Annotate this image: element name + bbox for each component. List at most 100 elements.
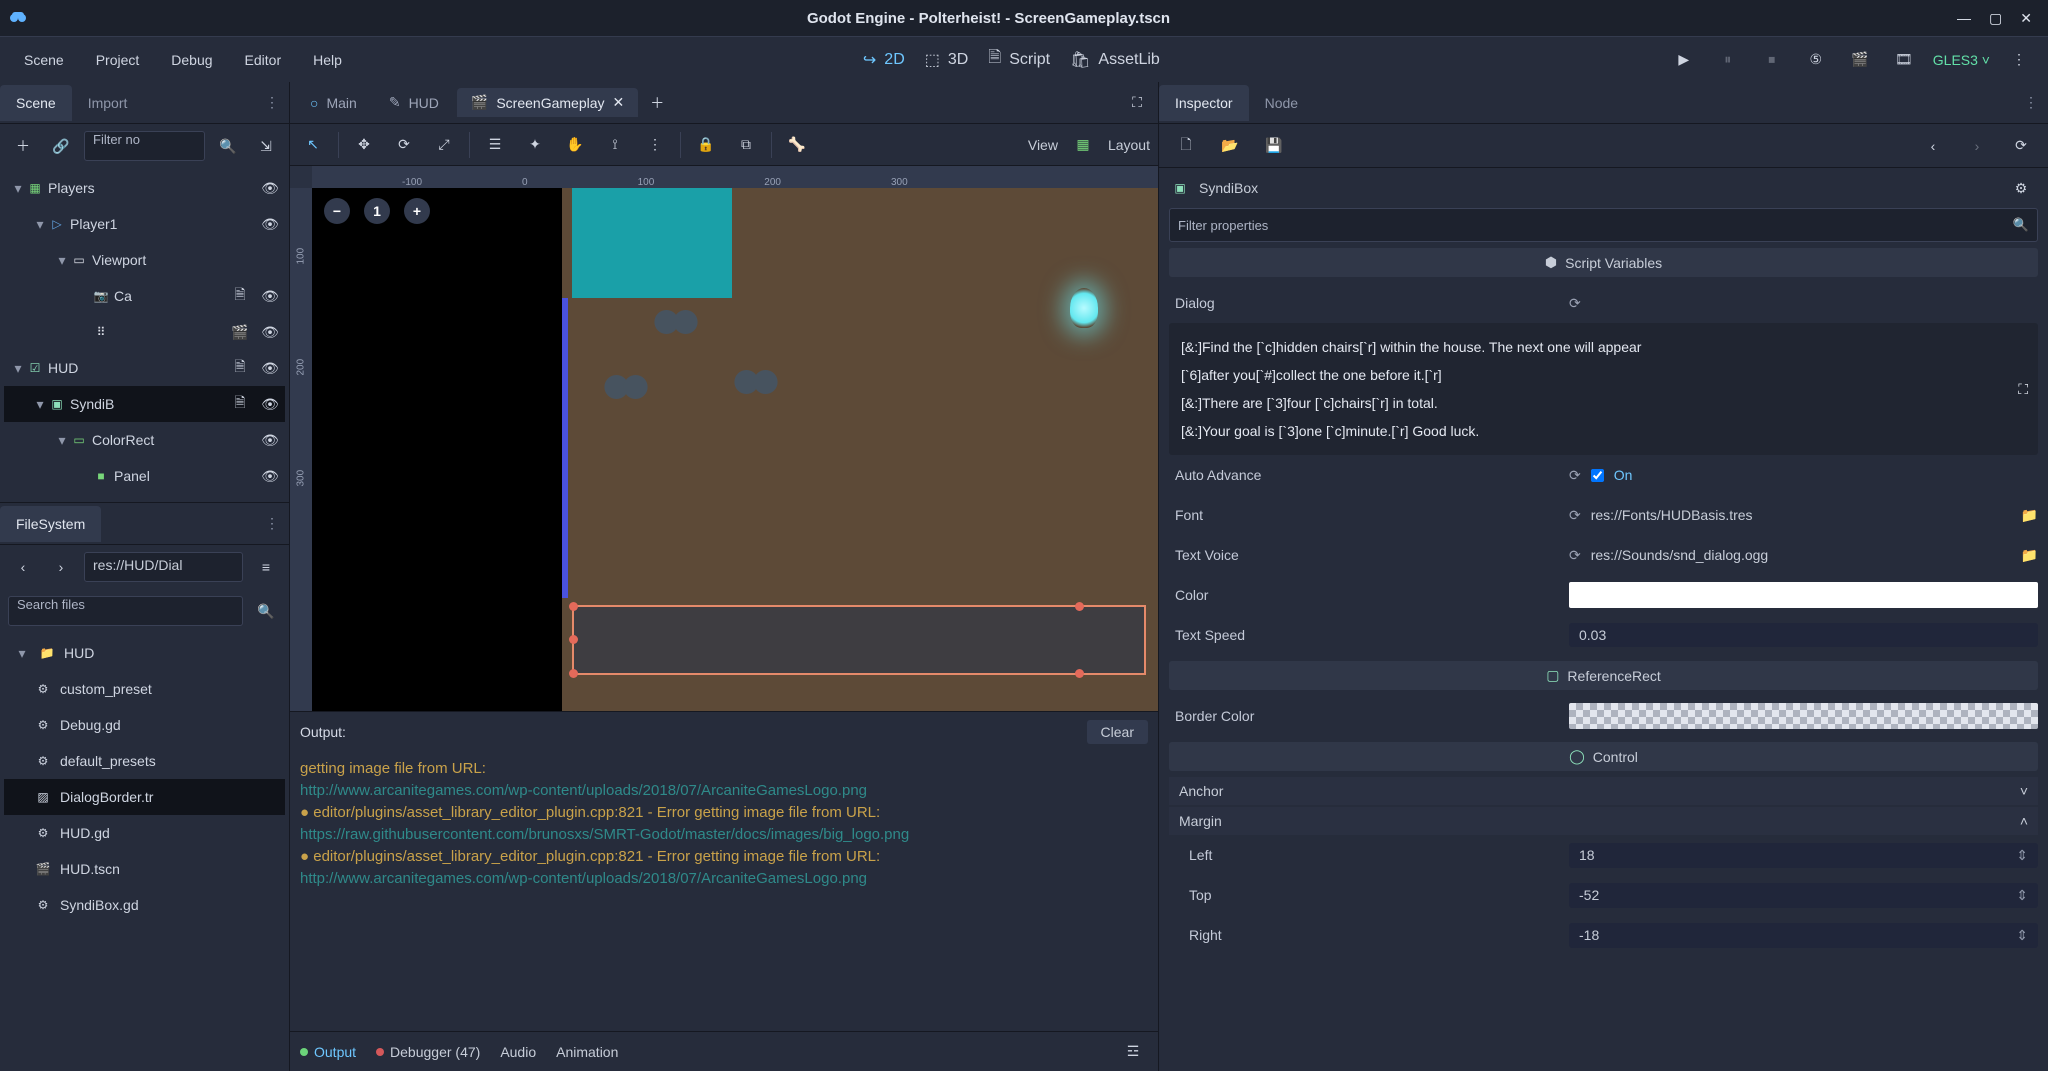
fold-margin[interactable]: Margin˄ [1169, 807, 2038, 835]
fs-item[interactable]: ⚙custom_preset [4, 671, 285, 707]
menu-scene[interactable]: Scene [12, 46, 76, 74]
workspace-3d[interactable]: ⬚ 3D [925, 50, 969, 70]
bottom-tab[interactable]: Debugger (47) [376, 1044, 480, 1060]
tab-node[interactable]: Node [1249, 85, 1314, 121]
scene-filter-input[interactable]: Filter no [84, 131, 205, 161]
fs-item[interactable]: ▾📁HUD [4, 635, 285, 671]
fs-item[interactable]: ⚙HUD.gd [4, 815, 285, 851]
workspace-2d[interactable]: ↪ 2D [863, 50, 905, 70]
tree-node[interactable]: 📷Ca🗎👁 [4, 278, 285, 314]
add-node-icon[interactable]: ＋ [8, 131, 38, 161]
textspeed-input[interactable]: 0.03 [1569, 623, 2038, 647]
reload-icon[interactable]: ⟳ [1569, 507, 1581, 524]
margin-left-input[interactable]: 18⇕ [1569, 843, 2038, 868]
web-export-icon[interactable]: ⑤ [1801, 45, 1831, 75]
script-icon[interactable]: 🗎 [225, 281, 255, 311]
menu-icon[interactable]: ⋮ [2004, 45, 2034, 75]
scene-tab[interactable]: 🎬ScreenGameplay✕ [457, 88, 638, 117]
dock-menu-icon[interactable]: ⋮ [255, 94, 289, 111]
history-fwd-icon[interactable]: › [1962, 131, 1992, 161]
section-script-variables[interactable]: ⬢ Script Variables [1169, 248, 2038, 277]
fs-item[interactable]: ⚙Debug.gd [4, 707, 285, 743]
move-tool-icon[interactable]: ✥ [349, 130, 379, 160]
canvas[interactable]: − 1 + [312, 188, 1158, 711]
script-icon[interactable]: 🗎 [225, 389, 255, 419]
fs-forward-icon[interactable]: › [46, 552, 76, 582]
history-back-icon[interactable]: ‹ [1918, 131, 1948, 161]
workspace-script[interactable]: 🗎 Script [988, 46, 1050, 73]
script-icon[interactable]: 🗎 [225, 353, 255, 383]
visibility-icon[interactable]: 👁 [255, 389, 285, 419]
fs-item[interactable]: ▨DialogBorder.tr [4, 779, 285, 815]
visibility-icon[interactable]: 👁 [255, 209, 285, 239]
fs-item[interactable]: ⚙default_presets [4, 743, 285, 779]
open-resource-icon[interactable]: 📂 [1215, 131, 1245, 161]
zoom-in-icon[interactable]: + [404, 198, 430, 224]
tree-node[interactable]: ▾☑HUD🗎👁 [4, 350, 285, 386]
fs-item[interactable]: ⚙SyndiBox.gd [4, 887, 285, 923]
fs-item[interactable]: 🎬HUD.tscn [4, 851, 285, 887]
visibility-icon[interactable]: 👁 [255, 425, 285, 455]
close-tab-icon[interactable]: ✕ [613, 94, 625, 111]
tree-node[interactable]: ▾▣SyndiB🗎👁 [4, 386, 285, 422]
renderer-dropdown[interactable]: GLES3 ˅ [1933, 52, 1990, 68]
settings-icon[interactable]: ⚙ [2006, 173, 2036, 203]
selection-rect[interactable] [572, 605, 1146, 675]
fs-search-input[interactable]: Search files [8, 596, 243, 626]
margin-top-input[interactable]: -52⇕ [1569, 883, 2038, 908]
visibility-icon[interactable]: 👁 [255, 281, 285, 311]
pause-icon[interactable]: ⏸ [1713, 45, 1743, 75]
fs-back-icon[interactable]: ‹ [8, 552, 38, 582]
section-control[interactable]: ◯ Control [1169, 742, 2038, 771]
minimize-icon[interactable]: — [1957, 10, 1971, 27]
collapse-panel-icon[interactable]: ☲ [1118, 1037, 1148, 1067]
scene-tab[interactable]: ○Main [296, 88, 371, 117]
bottom-tab[interactable]: Output [300, 1044, 356, 1060]
search-icon[interactable]: 🔍 [251, 596, 281, 626]
add-scene-icon[interactable]: ＋ [642, 88, 672, 118]
scene-icon[interactable]: 🎬 [225, 317, 255, 347]
tab-filesystem[interactable]: FileSystem [0, 506, 101, 542]
folder-icon[interactable]: 📁 [2021, 507, 2038, 524]
tree-node[interactable]: ⠿🎬👁 [4, 314, 285, 350]
viewport-2d[interactable]: -1000100200300 100 200 300 − 1 + [290, 166, 1158, 711]
bottom-tab[interactable]: Audio [500, 1044, 536, 1060]
menu-editor[interactable]: Editor [233, 46, 294, 74]
more-icon[interactable]: ⋮ [640, 130, 670, 160]
list-icon[interactable]: ☰ [480, 130, 510, 160]
dock-menu-icon[interactable]: ⋮ [2014, 94, 2048, 111]
play-custom-icon[interactable]: 🎞 [1889, 45, 1919, 75]
tree-node[interactable]: ▾▷Player1👁 [4, 206, 285, 242]
reload-icon[interactable]: ⟳ [1569, 547, 1581, 564]
distraction-free-icon[interactable]: ⛶ [1122, 88, 1152, 118]
autoadvance-checkbox[interactable] [1591, 469, 1604, 482]
tab-scene[interactable]: Scene [0, 85, 72, 121]
visibility-icon[interactable]: 👁 [255, 173, 285, 203]
color-picker[interactable] [1569, 582, 2038, 608]
folder-icon[interactable]: 📁 [2021, 547, 2038, 564]
layout-menu[interactable]: Layout [1108, 137, 1150, 153]
zoom-out-icon[interactable]: − [324, 198, 350, 224]
play-icon[interactable]: ▶ [1669, 45, 1699, 75]
collapse-icon[interactable]: ⇲ [251, 131, 281, 161]
pan-tool-icon[interactable]: ✋ [560, 130, 590, 160]
search-icon[interactable]: 🔍 [213, 131, 243, 161]
clear-button[interactable]: Clear [1087, 720, 1148, 744]
rotate-tool-icon[interactable]: ⟳ [389, 130, 419, 160]
reload-icon[interactable]: ⟳ [1569, 295, 1581, 312]
lock-icon[interactable]: 🔒 [691, 130, 721, 160]
tab-import[interactable]: Import [72, 85, 144, 121]
bottom-tab[interactable]: Animation [556, 1044, 618, 1060]
fold-anchor[interactable]: Anchor˅ [1169, 777, 2038, 805]
scene-tab[interactable]: ✎HUD [375, 88, 453, 117]
fs-path-input[interactable]: res://HUD/Dial [84, 552, 243, 582]
visibility-icon[interactable]: 👁 [255, 353, 285, 383]
tree-node[interactable]: ▾▭Viewport [4, 242, 285, 278]
expand-icon[interactable]: ⛶ [2018, 375, 2028, 403]
layout-grid-icon[interactable]: ▦ [1068, 130, 1098, 160]
reload-icon[interactable]: ⟳ [1569, 467, 1581, 484]
inspector-filter-input[interactable]: Filter properties 🔍 [1169, 208, 2038, 242]
dialog-textarea[interactable]: ⛶ [&:]Find the [`c]hidden chairs[`r] wit… [1169, 323, 2038, 455]
margin-right-input[interactable]: -18⇕ [1569, 923, 2038, 948]
group-icon[interactable]: ⧉ [731, 130, 761, 160]
